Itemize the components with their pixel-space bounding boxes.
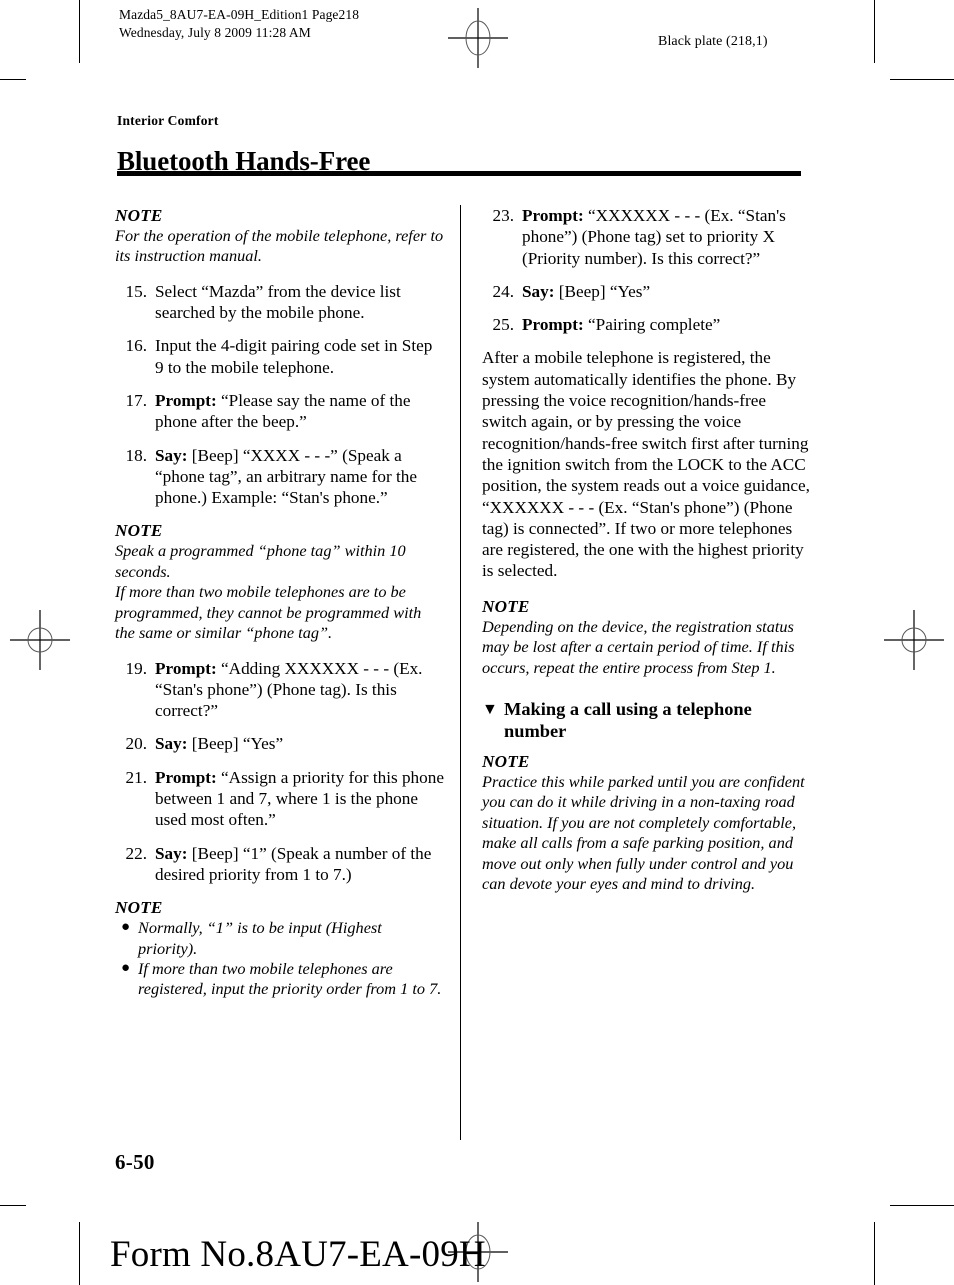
section-subheading: ▼ Making a call using a telephone number: [482, 698, 812, 743]
note-bullet-list: ● Normally, “1” is to be input (Highest p…: [115, 918, 445, 1000]
step-text: [Beep] “XXXX - - -” (Speak a “phone tag”…: [155, 445, 417, 508]
crop-mark-bottom-left-vertical: [79, 1222, 80, 1285]
step-number: 18.: [125, 445, 147, 465]
registration-mark-top-center: [448, 8, 508, 68]
note-bullet-item: ● Normally, “1” is to be input (Highest p…: [115, 918, 445, 959]
title-rule: [117, 171, 801, 176]
step-lead: Say:: [155, 734, 188, 754]
step-lead: Say:: [155, 843, 188, 863]
step-item: 16. Input the 4-digit pairing code set in…: [115, 335, 445, 378]
note-bullet-text: If more than two mobile telephones are r…: [138, 959, 442, 999]
note-heading: NOTE: [482, 596, 530, 616]
note-heading: NOTE: [482, 751, 530, 771]
slug-black-plate: Black plate (218,1): [658, 34, 768, 49]
step-lead: Prompt:: [155, 391, 217, 410]
crop-mark-top-left-horizontal: [0, 79, 26, 80]
crop-mark-top-right-vertical: [874, 0, 875, 63]
note-block-practice: NOTE Practice this while parked until yo…: [482, 751, 812, 894]
step-list-b: 19. Prompt: “Adding XXXXXX - - - (Ex. “St…: [115, 658, 445, 886]
column-divider: [460, 205, 461, 1140]
note-text: For the operation of the mobile telephon…: [115, 226, 444, 266]
step-list-c: 23. Prompt: “XXXXXX - - - (Ex. “Stan's ph…: [482, 205, 812, 335]
note-bullet-text: Normally, “1” is to be input (Highest pr…: [138, 918, 382, 958]
step-lead: Say:: [155, 445, 188, 465]
step-number: 23.: [492, 206, 514, 225]
step-text: [Beep] “Yes”: [554, 281, 651, 301]
step-item: 20. Say: [Beep] “Yes”: [115, 733, 445, 754]
page-folio: 6-50: [115, 1150, 155, 1174]
step-item: 15. Select “Mazda” from the device list s…: [115, 281, 445, 324]
note-block-phone-tag: NOTE Speak a programmed “phone tag” with…: [115, 520, 445, 643]
step-lead: Say:: [522, 281, 555, 301]
step-number: 21.: [125, 767, 147, 787]
step-number: 15.: [125, 281, 147, 301]
section-subheading-text: Making a call using a telephone number: [504, 698, 752, 742]
step-number: 16.: [125, 336, 147, 356]
step-item: 17. Prompt: “Please say the name of the p…: [115, 390, 445, 433]
step-number: 17.: [125, 391, 147, 410]
note-block-priority: NOTE ● Normally, “1” is to be input (High…: [115, 897, 445, 1000]
crop-mark-bottom-right-horizontal: [890, 1205, 954, 1206]
slug-file-info: Mazda5_8AU7-EA-09H_Edition1 Page218 Wedn…: [119, 7, 360, 40]
step-number: 25.: [492, 315, 514, 335]
crop-mark-top-right-horizontal: [890, 79, 954, 80]
step-item: 19. Prompt: “Adding XXXXXX - - - (Ex. “St…: [115, 658, 445, 722]
body-paragraph: After a mobile telephone is registered, …: [482, 348, 810, 581]
right-column: 23. Prompt: “XXXXXX - - - (Ex. “Stan's ph…: [482, 205, 812, 908]
note-paragraph: If more than two mobile telephones are t…: [115, 582, 422, 643]
step-lead: Prompt:: [155, 767, 217, 787]
crop-mark-bottom-left-horizontal: [0, 1205, 26, 1206]
note-heading: NOTE: [115, 898, 163, 918]
triangle-down-icon: ▼: [482, 700, 498, 718]
manual-page: Mazda5_8AU7-EA-09H_Edition1 Page218 Wedn…: [0, 0, 954, 1285]
step-text: [Beep] “Yes”: [187, 734, 284, 754]
form-number: Form No.8AU7-EA-09H: [110, 1234, 486, 1275]
step-number: 22.: [125, 843, 147, 863]
note-text: Speak a programmed “phone tag” within 10…: [115, 541, 445, 643]
step-text: “Pairing complete”: [583, 315, 721, 335]
step-item: 23. Prompt: “XXXXXX - - - (Ex. “Stan's ph…: [482, 205, 812, 269]
registration-mark-left-center: [10, 610, 70, 670]
step-text: Select “Mazda” from the device list sear…: [155, 281, 401, 323]
step-item: 18. Say: [Beep] “XXXX - - -” (Speak a “ph…: [115, 445, 445, 509]
note-bullet-item: ● If more than two mobile telephones are …: [115, 959, 445, 1000]
crop-mark-top-left-vertical: [79, 0, 80, 63]
step-item: 25. Prompt: “Pairing complete”: [482, 314, 812, 335]
note-text: Depending on the device, the registratio…: [482, 616, 795, 677]
chapter-label: Interior Comfort: [117, 113, 219, 128]
step-lead: Prompt:: [522, 315, 584, 335]
step-number: 20.: [125, 734, 147, 754]
bullet-icon: ●: [121, 960, 131, 976]
step-number: 24.: [492, 281, 514, 301]
left-column: NOTE For the operation of the mobile tel…: [115, 205, 445, 1014]
registration-mark-right-center: [884, 610, 944, 670]
step-text: Input the 4-digit pairing code set in St…: [155, 336, 433, 377]
note-text: Practice this while parked until you are…: [482, 771, 805, 893]
step-number: 19.: [125, 658, 147, 678]
bullet-icon: ●: [121, 919, 131, 936]
note-heading: NOTE: [115, 521, 163, 541]
note-heading: NOTE: [115, 206, 163, 225]
note-paragraph: Speak a programmed “phone tag” within 10…: [115, 541, 406, 581]
crop-mark-bottom-right-vertical: [874, 1222, 875, 1285]
note-block-operation: NOTE For the operation of the mobile tel…: [115, 205, 445, 267]
note-block-registration-status: NOTE Depending on the device, the regist…: [482, 596, 812, 678]
step-list-a: 15. Select “Mazda” from the device list s…: [115, 281, 445, 509]
step-item: 21. Prompt: “Assign a priority for this p…: [115, 767, 445, 831]
step-lead: Prompt:: [155, 658, 217, 678]
step-item: 22. Say: [Beep] “1” (Speak a number of th…: [115, 843, 445, 886]
step-item: 24. Say: [Beep] “Yes”: [482, 281, 812, 302]
step-lead: Prompt:: [522, 206, 584, 225]
step-text: [Beep] “1” (Speak a number of the desire…: [155, 843, 432, 884]
